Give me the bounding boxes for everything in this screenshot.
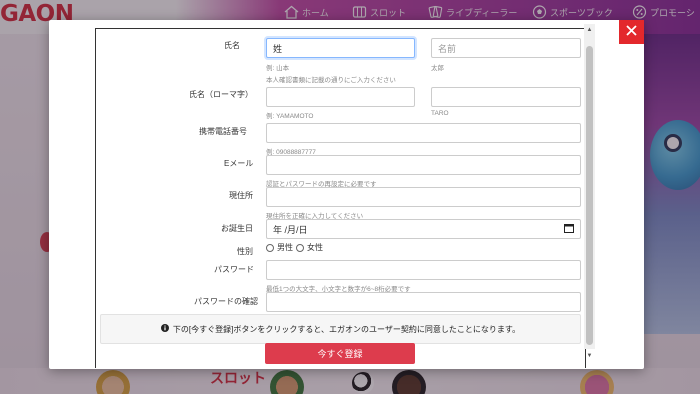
birthday-label: お誕生日 (221, 224, 253, 233)
first-name-roman-input[interactable] (431, 87, 581, 107)
address-input[interactable] (266, 187, 581, 207)
info-icon (160, 324, 169, 334)
last-name-roman-input[interactable] (266, 87, 415, 107)
address-label: 現住所 (229, 191, 253, 200)
name-label: 氏名 (224, 41, 240, 50)
first-name-roman-example: TARO (431, 110, 449, 117)
calendar-icon[interactable] (564, 223, 574, 235)
female-radio-label: 女性 (307, 243, 323, 252)
first-name-input[interactable]: 名前 (431, 38, 581, 58)
last-name-value: 姓 (273, 43, 283, 54)
name-hint: 本人確認書類に記載の通りにご入力ください (266, 77, 396, 84)
password-input[interactable] (266, 260, 581, 280)
male-radio[interactable] (266, 243, 274, 252)
last-name-roman-example: 例: YAMAMOTO (266, 113, 314, 120)
male-radio-label: 男性 (277, 243, 293, 252)
close-icon (626, 23, 637, 41)
terms-notice-text: 下の[今すぐ登録]ボタンをクリックすると、エガオンのユーザー契約に同意したことに… (172, 324, 521, 334)
phone-label: 携帯電話番号 (199, 127, 247, 136)
email-input[interactable] (266, 155, 581, 175)
modal-scrollbar[interactable]: ▲ ▼ (584, 24, 595, 359)
password-label: パスワード (214, 265, 254, 274)
first-name-placeholder: 名前 (438, 43, 457, 54)
name-roman-label: 氏名（ローマ字） (189, 90, 253, 99)
last-name-input[interactable]: 姓 (266, 38, 415, 58)
scroll-up-icon[interactable]: ▲ (586, 26, 593, 34)
password-confirm-input[interactable] (266, 292, 581, 312)
gender-radio-group: 男性 女性 (266, 242, 323, 253)
password-confirm-label: パスワードの確認 (194, 297, 258, 306)
birthday-input[interactable]: 年 /月/日 (266, 219, 581, 239)
birthday-value: 年 /月/日 (273, 224, 308, 235)
registration-modal: 氏名 姓 名前 例: 山本 太郎 本人確認書類に記載の通りにご入力ください 氏名… (49, 20, 644, 369)
female-radio[interactable] (296, 243, 304, 252)
close-button[interactable] (619, 20, 644, 44)
scrollbar-thumb[interactable] (586, 46, 593, 345)
last-name-example: 例: 山本 (266, 65, 290, 72)
terms-notice: 下の[今すぐ登録]ボタンをクリックすると、エガオンのユーザー契約に同意したことに… (100, 314, 581, 344)
scroll-down-icon[interactable]: ▼ (586, 352, 593, 360)
first-name-example: 太郎 (431, 65, 444, 72)
email-label: Eメール (224, 159, 254, 168)
phone-input[interactable] (266, 123, 581, 143)
register-now-button[interactable]: 今すぐ登録 (265, 343, 415, 364)
gender-label: 性別 (237, 247, 253, 256)
